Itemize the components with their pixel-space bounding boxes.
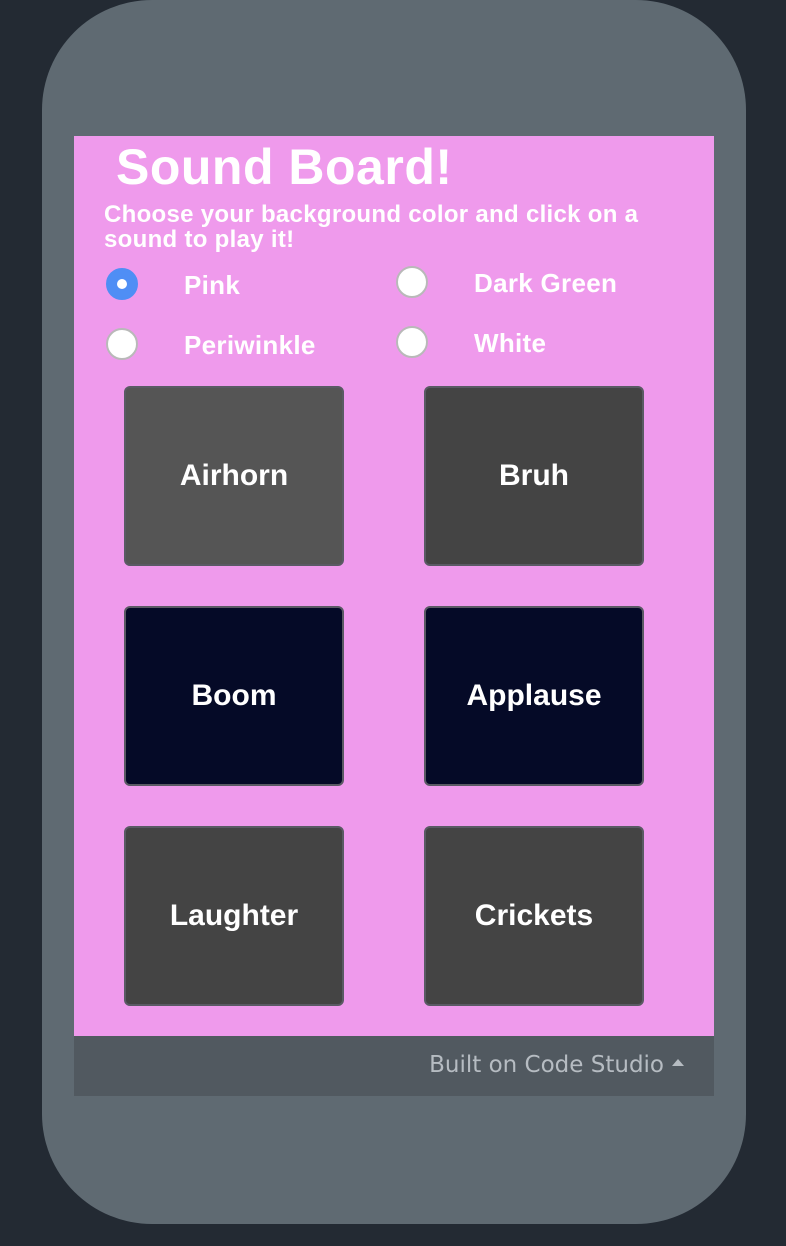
boom-button[interactable]: Boom [124,606,344,786]
bruh-button[interactable]: Bruh [424,386,644,566]
radio-label-white: White [474,328,547,358]
applause-button[interactable]: Applause [424,606,644,786]
radio-label-dark-green: Dark Green [474,268,618,298]
radio-button-white[interactable] [396,326,428,358]
caret-up-icon [672,1059,684,1066]
footer-bar: Built on Code Studio [74,1036,714,1096]
app-screen: Sound Board! Choose your background colo… [74,136,714,1036]
radio-label-periwinkle: Periwinkle [184,330,316,360]
footer-label: Built on Code Studio [429,1052,664,1078]
radio-button-periwinkle[interactable] [106,328,138,360]
laughter-button[interactable]: Laughter [124,826,344,1006]
page-title: Sound Board! [116,139,453,195]
radio-button-pink[interactable] [106,268,138,300]
built-on-code-studio-link[interactable]: Built on Code Studio [429,1050,684,1080]
radio-button-dark-green[interactable] [396,266,428,298]
airhorn-button[interactable]: Airhorn [124,386,344,566]
radio-label-pink: Pink [184,270,241,300]
crickets-button[interactable]: Crickets [424,826,644,1006]
instructions-text: Choose your background color and click o… [104,201,639,253]
